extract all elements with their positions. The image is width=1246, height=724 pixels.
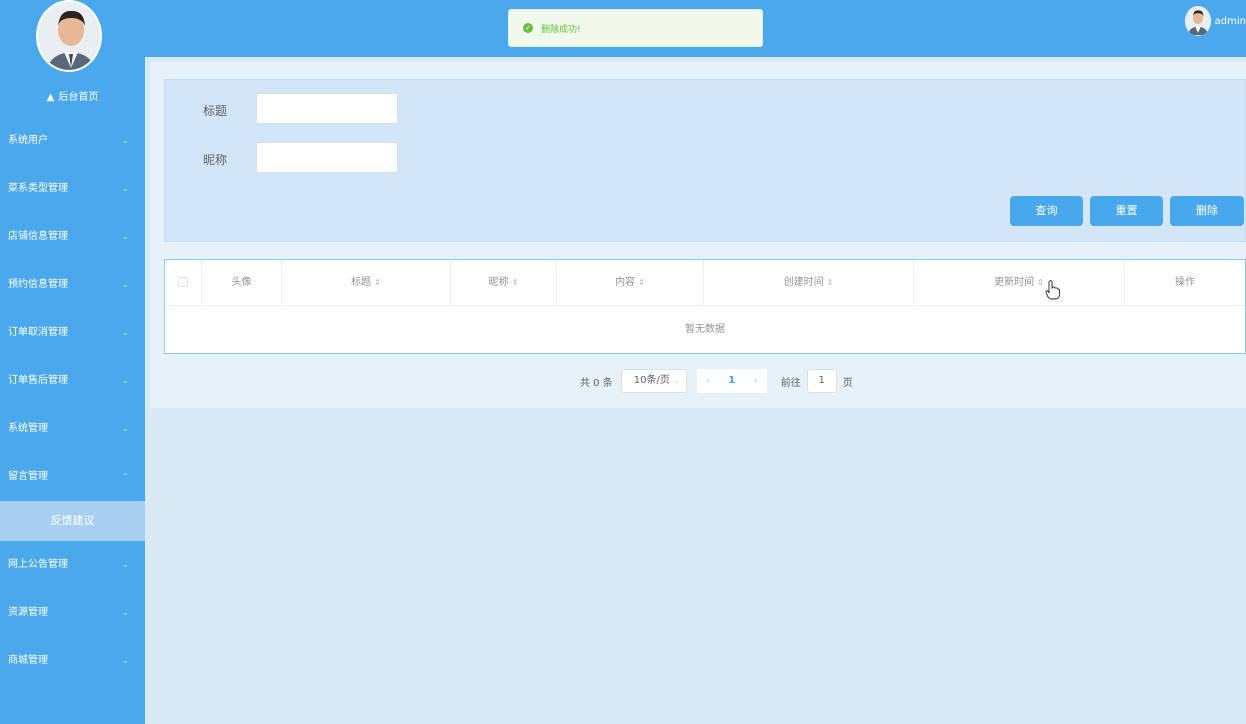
col-label: 昵称 [488,277,509,288]
chevron-down-icon: ⌄ [122,376,129,385]
next-page-button[interactable]: › [744,369,767,393]
nickname-input[interactable] [256,142,398,173]
sidebar-item-system-users[interactable]: 系统用户 ⌄ [0,117,145,165]
toast-message: 删除成功! [541,24,581,35]
col-content[interactable]: 内容 ⇕ [557,260,704,306]
chevron-down-icon: ⌄ [122,560,129,569]
chevron-down-icon: ⌄ [122,328,129,337]
home-label: 后台首页 [58,92,99,103]
query-button[interactable]: 查询 [1010,196,1083,226]
sidebar-item-system-manage[interactable]: 系统管理 ⌄ [0,405,145,453]
chevron-down-icon: ⌄ [122,656,129,665]
data-table: 头像 标题 ⇕ 昵称 ⇕ 内容 ⇕ 创建时间 ⇕ 更新时间 ⇕ 操作 暂无数据 [164,259,1246,354]
avatar [1184,6,1211,36]
col-label: 操作 [1175,277,1195,288]
sidebar-item-label: 订单取消管理 [8,327,68,338]
col-actions: 操作 [1125,260,1245,306]
search-form: 标题 昵称 查询 重置 删除 [164,79,1246,242]
page-number[interactable]: 1 [718,369,745,393]
chevron-down-icon: ⌄ [122,608,129,617]
sidebar-item-label: 预约信息管理 [8,279,68,290]
page-size-select[interactable]: 10条/页 ⌄ [620,369,687,393]
sidebar-menu: 系统用户 ⌄ 菜系类型管理 ⌄ 店铺信息管理 ⌄ 预约信息管理 ⌄ 订单取消管理 ⌄ 订单… [0,117,145,685]
col-created[interactable]: 创建时间 ⇕ [704,260,914,306]
sort-icon[interactable]: ⇕ [1037,278,1044,287]
col-updated[interactable]: 更新时间 ⇕ [914,260,1125,306]
sidebar-item-store-info[interactable]: 店铺信息管理 ⌄ [0,213,145,261]
page-size-value: 10条/页 [633,375,670,386]
sort-icon[interactable]: ⇕ [374,278,381,287]
sidebar-item-reservations[interactable]: 预约信息管理 ⌄ [0,261,145,309]
select-all-cell [165,260,202,306]
sidebar-item-label: 系统管理 [8,423,48,434]
sidebar-item-announcements[interactable]: 网上公告管理 ⌄ [0,541,145,589]
col-label: 标题 [351,277,372,288]
check-circle-icon: ✓ [523,23,533,33]
user-menu[interactable]: admin [1184,6,1246,36]
sidebar-item-label: 菜系类型管理 [8,183,68,194]
empty-state: 暂无数据 [685,324,725,335]
page-suffix: 页 [842,377,853,389]
sort-icon[interactable]: ⇕ [512,278,519,287]
pagination: 共 0 条 10条/页 ⌄ ‹ 1 › 前往 1 页 [580,369,853,393]
chevron-down-icon: ⌄ [122,424,129,433]
col-nickname[interactable]: 昵称 ⇕ [451,260,557,306]
title-label: 标题 [203,104,228,118]
prev-page-button[interactable]: ‹ [696,369,719,393]
sidebar-item-label: 资源管理 [8,607,48,618]
sidebar-item-after-sales[interactable]: 订单售后管理 ⌄ [0,357,145,405]
chevron-up-icon: ⌃ [122,472,129,481]
col-label: 创建时间 [783,277,824,288]
chevron-down-icon: ⌄ [122,136,129,145]
goto-page-input[interactable]: 1 [806,369,837,393]
username: admin [1214,15,1246,27]
sidebar-item-mall[interactable]: 商城管理 ⌄ [0,637,145,685]
delete-button[interactable]: 删除 [1170,196,1244,226]
sidebar-subitem-label: 反馈建议 [50,514,95,527]
sidebar-item-label: 店铺信息管理 [8,231,68,242]
sidebar: ▲ 后台首页 系统用户 ⌄ 菜系类型管理 ⌄ 店铺信息管理 ⌄ 预约信息管理 ⌄ 订单取消… [0,0,145,724]
sidebar-item-label: 网上公告管理 [8,559,68,570]
sidebar-item-label: 系统用户 [8,135,48,146]
title-input[interactable] [256,93,398,124]
chevron-down-icon: ⌄ [122,280,129,289]
hand-cursor-icon [1045,280,1061,300]
sidebar-item-label: 商城管理 [8,655,48,666]
chevron-down-icon: ⌄ [122,232,129,241]
col-label: 头像 [231,277,252,288]
chevron-down-icon: ⌄ [122,184,129,193]
success-toast: ✓ 删除成功! [508,9,763,47]
sidebar-item-cuisine-types[interactable]: 菜系类型管理 ⌄ [0,165,145,213]
col-label: 内容 [615,277,636,288]
sidebar-avatar [36,0,102,72]
goto-label: 前往 [780,377,801,389]
col-title[interactable]: 标题 ⇕ [282,260,451,306]
nickname-label: 昵称 [203,153,228,167]
home-icon: ▲ [46,92,55,103]
sidebar-item-label: 订单售后管理 [8,375,68,386]
col-label: 更新时间 [994,277,1035,288]
sidebar-item-resources[interactable]: 资源管理 ⌄ [0,589,145,637]
col-avatar: 头像 [202,260,282,306]
select-all-checkbox[interactable] [178,277,188,287]
table-header: 头像 标题 ⇕ 昵称 ⇕ 内容 ⇕ 创建时间 ⇕ 更新时间 ⇕ 操作 [165,260,1245,306]
sidebar-item-label: 留言管理 [8,471,48,482]
home-link[interactable]: ▲ 后台首页 [0,88,145,103]
chevron-down-icon: ⌄ [673,377,680,385]
reset-button[interactable]: 重置 [1090,196,1163,226]
sort-icon[interactable]: ⇕ [638,278,645,287]
sidebar-item-messages[interactable]: 留言管理 ⌃ [0,453,145,501]
sidebar-subitem-feedback[interactable]: 反馈建议 [0,501,145,541]
sidebar-item-order-cancel[interactable]: 订单取消管理 ⌄ [0,309,145,357]
total-count: 共 0 条 [580,377,613,389]
sort-icon[interactable]: ⇕ [827,278,834,287]
